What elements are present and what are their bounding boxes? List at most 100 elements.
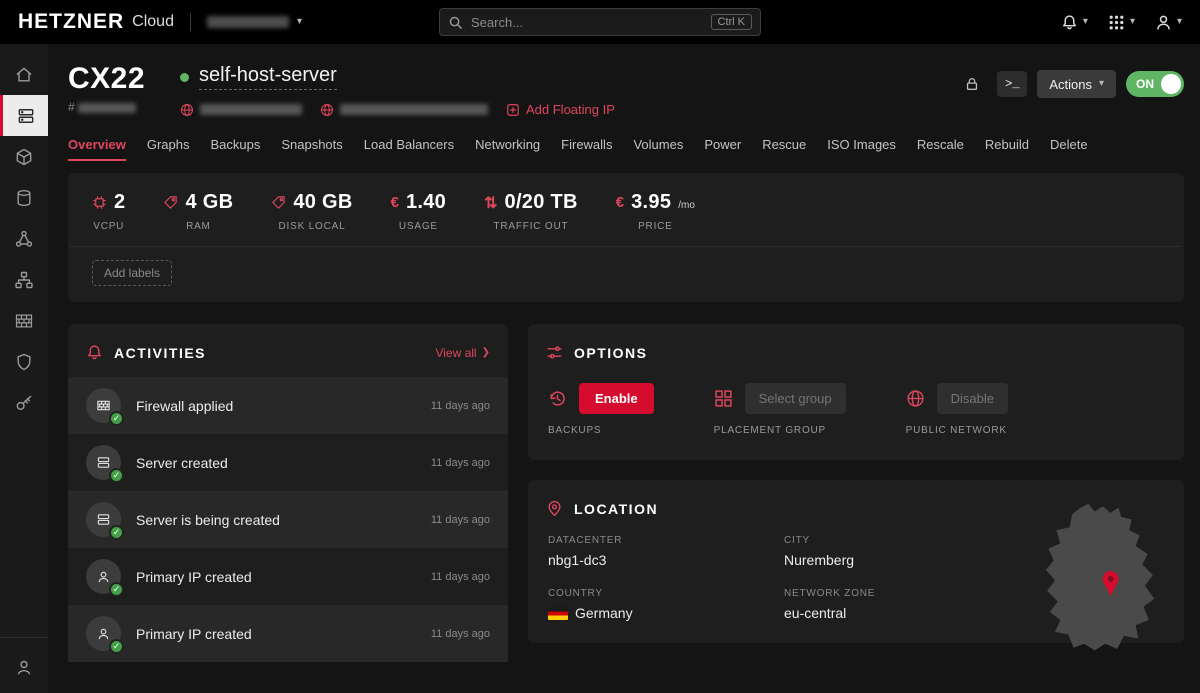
- activity-time: 11 days ago: [431, 628, 490, 640]
- primary-ip-activity-icon: ✓: [86, 559, 121, 594]
- sidebar-item-load-balancers[interactable]: [0, 259, 48, 300]
- options-row: Enable BACKUPS: [528, 377, 1184, 460]
- add-floating-ip-icon: [506, 103, 520, 117]
- sidebar-item-home[interactable]: [0, 54, 48, 95]
- network-icon: [14, 229, 34, 249]
- actions-label: Actions: [1049, 77, 1092, 92]
- notifications-menu[interactable]: ▾: [1061, 14, 1088, 31]
- server-name[interactable]: self-host-server: [199, 64, 337, 90]
- project-name-redacted: [207, 16, 289, 28]
- location-body: DATACENTER nbg1-dc3 CITY Nuremberg COUNT…: [528, 533, 1184, 643]
- add-floating-ip-link[interactable]: Add Floating IP: [506, 102, 615, 117]
- tab-backups[interactable]: Backups: [210, 137, 260, 161]
- project-selector[interactable]: ▾: [207, 16, 302, 28]
- add-labels-button[interactable]: Add labels: [92, 260, 172, 286]
- field-label: CITY: [784, 535, 1024, 546]
- tab-rescue[interactable]: Rescue: [762, 137, 806, 161]
- option-public-network: Disable PUBLIC NETWORK: [906, 383, 1008, 436]
- tab-iso-images[interactable]: ISO Images: [827, 137, 896, 161]
- server-id-redacted: [78, 103, 136, 113]
- location-datacenter: DATACENTER nbg1-dc3: [548, 535, 784, 568]
- user-menu[interactable]: ▾: [1155, 14, 1182, 31]
- bell-icon: [86, 344, 103, 361]
- view-all-link[interactable]: View all ❯: [435, 346, 490, 360]
- activities-card: ACTIVITIES View all ❯ ✓ Fi: [68, 324, 508, 662]
- search-input[interactable]: [471, 15, 703, 30]
- tab-snapshots[interactable]: Snapshots: [281, 137, 342, 161]
- sidebar-item-firewalls[interactable]: [0, 300, 48, 341]
- tab-graphs[interactable]: Graphs: [147, 137, 190, 161]
- tab-volumes[interactable]: Volumes: [633, 137, 683, 161]
- enable-backups-button[interactable]: Enable: [579, 383, 654, 414]
- activity-row: ✓ Primary IP created 11 days ago: [68, 548, 508, 605]
- toggle-knob: [1161, 74, 1181, 94]
- stat-label: VCPU: [93, 221, 124, 232]
- power-toggle[interactable]: ON: [1126, 71, 1184, 97]
- stat-value: 4 GB: [185, 191, 233, 214]
- stat-label: DISK LOCAL: [279, 221, 346, 232]
- stats-row: 2 VCPU 4 GB RAM: [68, 173, 1184, 246]
- field-label: NETWORK ZONE: [784, 588, 1024, 599]
- tab-overview[interactable]: Overview: [68, 137, 126, 161]
- console-button[interactable]: >_: [997, 71, 1027, 97]
- stat-usage: € 1.40 USAGE: [391, 191, 446, 232]
- field-label: COUNTRY: [548, 588, 784, 599]
- sidebar-item-security[interactable]: [0, 341, 48, 382]
- sidebar-item-images[interactable]: [0, 136, 48, 177]
- lock-icon: [964, 76, 980, 92]
- select-group-button[interactable]: Select group: [745, 383, 846, 414]
- germany-map: [1030, 501, 1170, 653]
- tab-networking[interactable]: Networking: [475, 137, 540, 161]
- stats-card: 2 VCPU 4 GB RAM: [68, 173, 1184, 302]
- sidebar-item-volumes[interactable]: [0, 177, 48, 218]
- tab-rescale[interactable]: Rescale: [917, 137, 964, 161]
- sidebar-item-servers[interactable]: [0, 95, 48, 136]
- chevron-down-icon: ▾: [297, 17, 302, 27]
- field-label: DATACENTER: [548, 535, 784, 546]
- ipv6-item: [320, 103, 488, 117]
- ip-row: Add Floating IP: [180, 102, 615, 117]
- options-title: OPTIONS: [574, 345, 648, 361]
- ipv4-item: [180, 103, 302, 117]
- chevron-down-icon: ▾: [1177, 17, 1182, 27]
- tab-delete[interactable]: Delete: [1050, 137, 1088, 161]
- topbar-right: ▾ ▾ ▾: [1061, 14, 1182, 31]
- power-state-label: ON: [1136, 77, 1154, 91]
- germany-silhouette: [1046, 504, 1154, 651]
- activity-row: ✓ Server is being created 11 days ago: [68, 491, 508, 548]
- user-icon: [1155, 14, 1172, 31]
- sidebar-item-feedback[interactable]: [0, 646, 48, 687]
- firewall-icon: [14, 311, 34, 331]
- check-badge: ✓: [109, 525, 124, 540]
- stat-traffic: ⇅ 0/20 TB TRAFFIC OUT: [484, 191, 578, 232]
- apps-menu[interactable]: ▾: [1108, 14, 1135, 31]
- lock-button[interactable]: [957, 71, 987, 97]
- tab-load-balancers[interactable]: Load Balancers: [364, 137, 454, 161]
- check-badge: ✓: [109, 582, 124, 597]
- tab-rebuild[interactable]: Rebuild: [985, 137, 1029, 161]
- labels-row: Add labels: [68, 247, 1184, 302]
- hetzner-logo: HETZNER: [18, 10, 124, 34]
- tab-firewalls[interactable]: Firewalls: [561, 137, 612, 161]
- history-icon: [548, 389, 567, 408]
- options-card: OPTIONS Enable: [528, 324, 1184, 460]
- stat-value: 0/20 TB: [505, 191, 578, 214]
- actions-button[interactable]: Actions ▾: [1037, 70, 1116, 98]
- field-value: Germany: [575, 605, 633, 621]
- chevron-down-icon: ▾: [1083, 17, 1088, 27]
- sidebar-item-networks[interactable]: [0, 218, 48, 259]
- cpu-icon: [92, 195, 107, 210]
- stat-disk: 40 GB DISK LOCAL: [271, 191, 352, 232]
- tab-power[interactable]: Power: [704, 137, 741, 161]
- topbar-divider: [190, 13, 191, 31]
- location-country: COUNTRY Germany: [548, 588, 784, 621]
- sidebar-item-ssh-keys[interactable]: [0, 382, 48, 423]
- server-tabs: Overview Graphs Backups Snapshots Load B…: [68, 137, 1184, 161]
- globe-icon: [906, 389, 925, 408]
- search-bar[interactable]: Ctrl K: [439, 8, 761, 36]
- bell-icon: [1061, 14, 1078, 31]
- cube-icon: [14, 147, 34, 167]
- right-column: OPTIONS Enable: [528, 324, 1184, 643]
- status-dot-running: [180, 73, 189, 82]
- disable-public-network-button[interactable]: Disable: [937, 383, 1008, 414]
